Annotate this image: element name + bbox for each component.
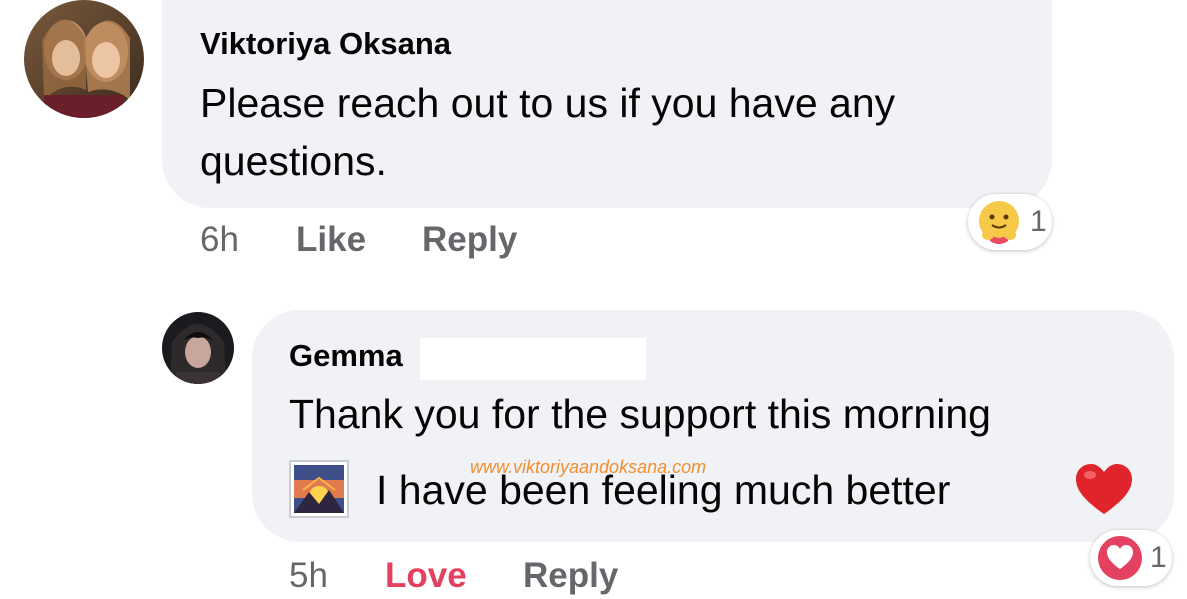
reply-button-2[interactable]: Reply xyxy=(523,556,618,596)
red-heart-icon xyxy=(1074,462,1134,518)
comment-time-1[interactable]: 6h xyxy=(200,220,239,260)
avatar-gemma[interactable] xyxy=(162,312,234,384)
love-button-2[interactable]: Love xyxy=(385,556,467,596)
comment-author-1[interactable]: Viktoriya Oksana xyxy=(200,26,451,62)
comment-text-1: Please reach out to us if you have any q… xyxy=(200,80,896,184)
redaction-box xyxy=(420,338,646,380)
watermark-text: www.viktoriyaandoksana.com xyxy=(470,457,707,477)
reaction-count-1: 1 xyxy=(1030,205,1047,238)
care-reaction-icon xyxy=(974,197,1024,247)
reaction-pill-2[interactable]: 1 xyxy=(1090,530,1172,586)
sunrise-over-mountains-icon xyxy=(289,460,349,518)
avatar-viktoriya-oksana[interactable] xyxy=(24,0,144,118)
comment-text-2-line1: Thank you for the support this morning xyxy=(289,391,991,437)
comment-time-2[interactable]: 5h xyxy=(289,556,328,596)
reply-button-1[interactable]: Reply xyxy=(422,220,517,260)
love-reaction-icon xyxy=(1096,534,1144,582)
like-button-1[interactable]: Like xyxy=(296,220,366,260)
reaction-count-2: 1 xyxy=(1150,541,1167,574)
comment-author-2[interactable]: Gemma xyxy=(289,338,403,374)
reaction-pill-1[interactable]: 1 xyxy=(968,194,1052,250)
